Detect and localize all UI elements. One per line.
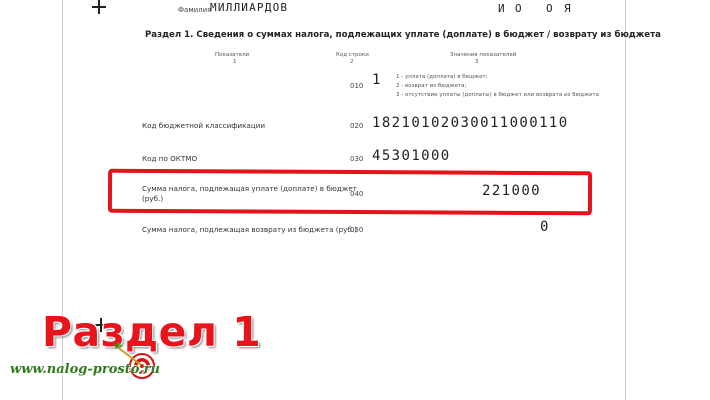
initial-ya: Я	[564, 2, 571, 15]
row-030-label: Код по ОКТМО	[142, 154, 198, 163]
row-020-code: 020	[350, 122, 364, 130]
row-010-option-3: 3 - отсутствие уплаты (доплаты) в бюджет…	[396, 92, 599, 98]
column-header-values: Значения показателей	[450, 52, 517, 58]
row-050-value: 0	[540, 219, 549, 235]
row-050-label: Сумма налога, подлежащая возврату из бюд…	[142, 225, 357, 234]
row-030-value: 45301000	[372, 148, 451, 164]
initial-o2: О	[546, 2, 553, 15]
initial-i: И	[498, 2, 505, 15]
row-010-value: 1	[372, 72, 381, 88]
column-header-code-num: 2	[350, 59, 354, 65]
row-020-label: Код бюджетной классификации	[142, 121, 266, 130]
row-010-option-2: 2 - возврат из бюджета;	[396, 83, 467, 89]
column-header-code: Код строки	[336, 52, 369, 58]
row-010-code: 010	[350, 82, 364, 90]
surname-label: Фамилия	[178, 6, 212, 14]
registration-cross-icon	[92, 0, 106, 14]
surname-value: МИЛЛИАРДОВ	[210, 1, 289, 14]
column-header-indicators: Показатели	[215, 52, 250, 58]
row-030-code: 030	[350, 155, 364, 163]
website-watermark[interactable]: www.nalog-prosto.ru	[10, 362, 160, 377]
section-title: Раздел 1. Сведения о суммах налога, подл…	[145, 30, 661, 40]
column-header-values-num: 3	[475, 59, 479, 65]
row-040-highlight	[107, 168, 593, 216]
row-010-option-1: 1 - уплата (доплата) в бюджет;	[396, 74, 488, 80]
row-050-code: 050	[350, 226, 364, 234]
column-header-indicators-num: 1	[233, 59, 237, 65]
row-020-value: 18210102030011000110	[372, 115, 569, 131]
initial-o: О	[515, 2, 522, 15]
